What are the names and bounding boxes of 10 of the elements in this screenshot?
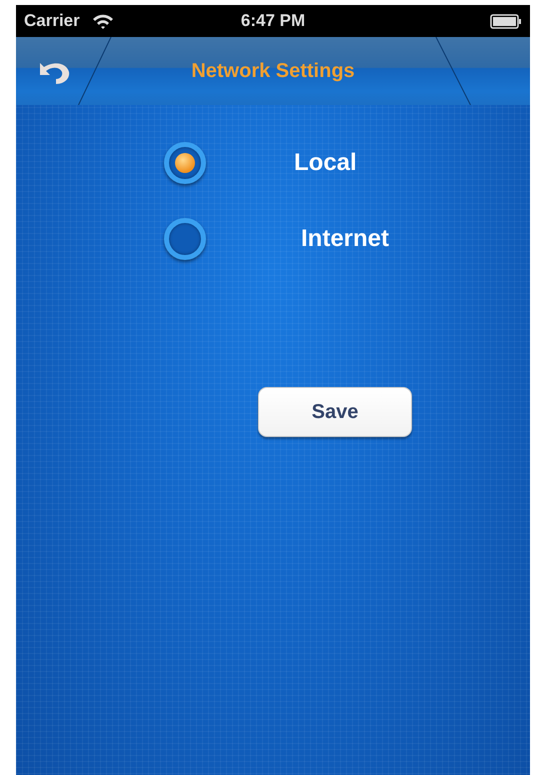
- wifi-icon: [92, 12, 114, 30]
- clock-time: 6:47 PM: [240, 11, 306, 31]
- screen-title: Network Settings: [191, 60, 355, 82]
- battery-icon: [490, 14, 522, 28]
- carrier-name: Carrier: [24, 11, 80, 31]
- radio-button[interactable]: [164, 142, 206, 184]
- save-button[interactable]: Save: [258, 387, 412, 437]
- option-label: Local: [294, 149, 357, 177]
- radio-button[interactable]: [164, 218, 206, 260]
- option-label: Internet: [301, 225, 390, 253]
